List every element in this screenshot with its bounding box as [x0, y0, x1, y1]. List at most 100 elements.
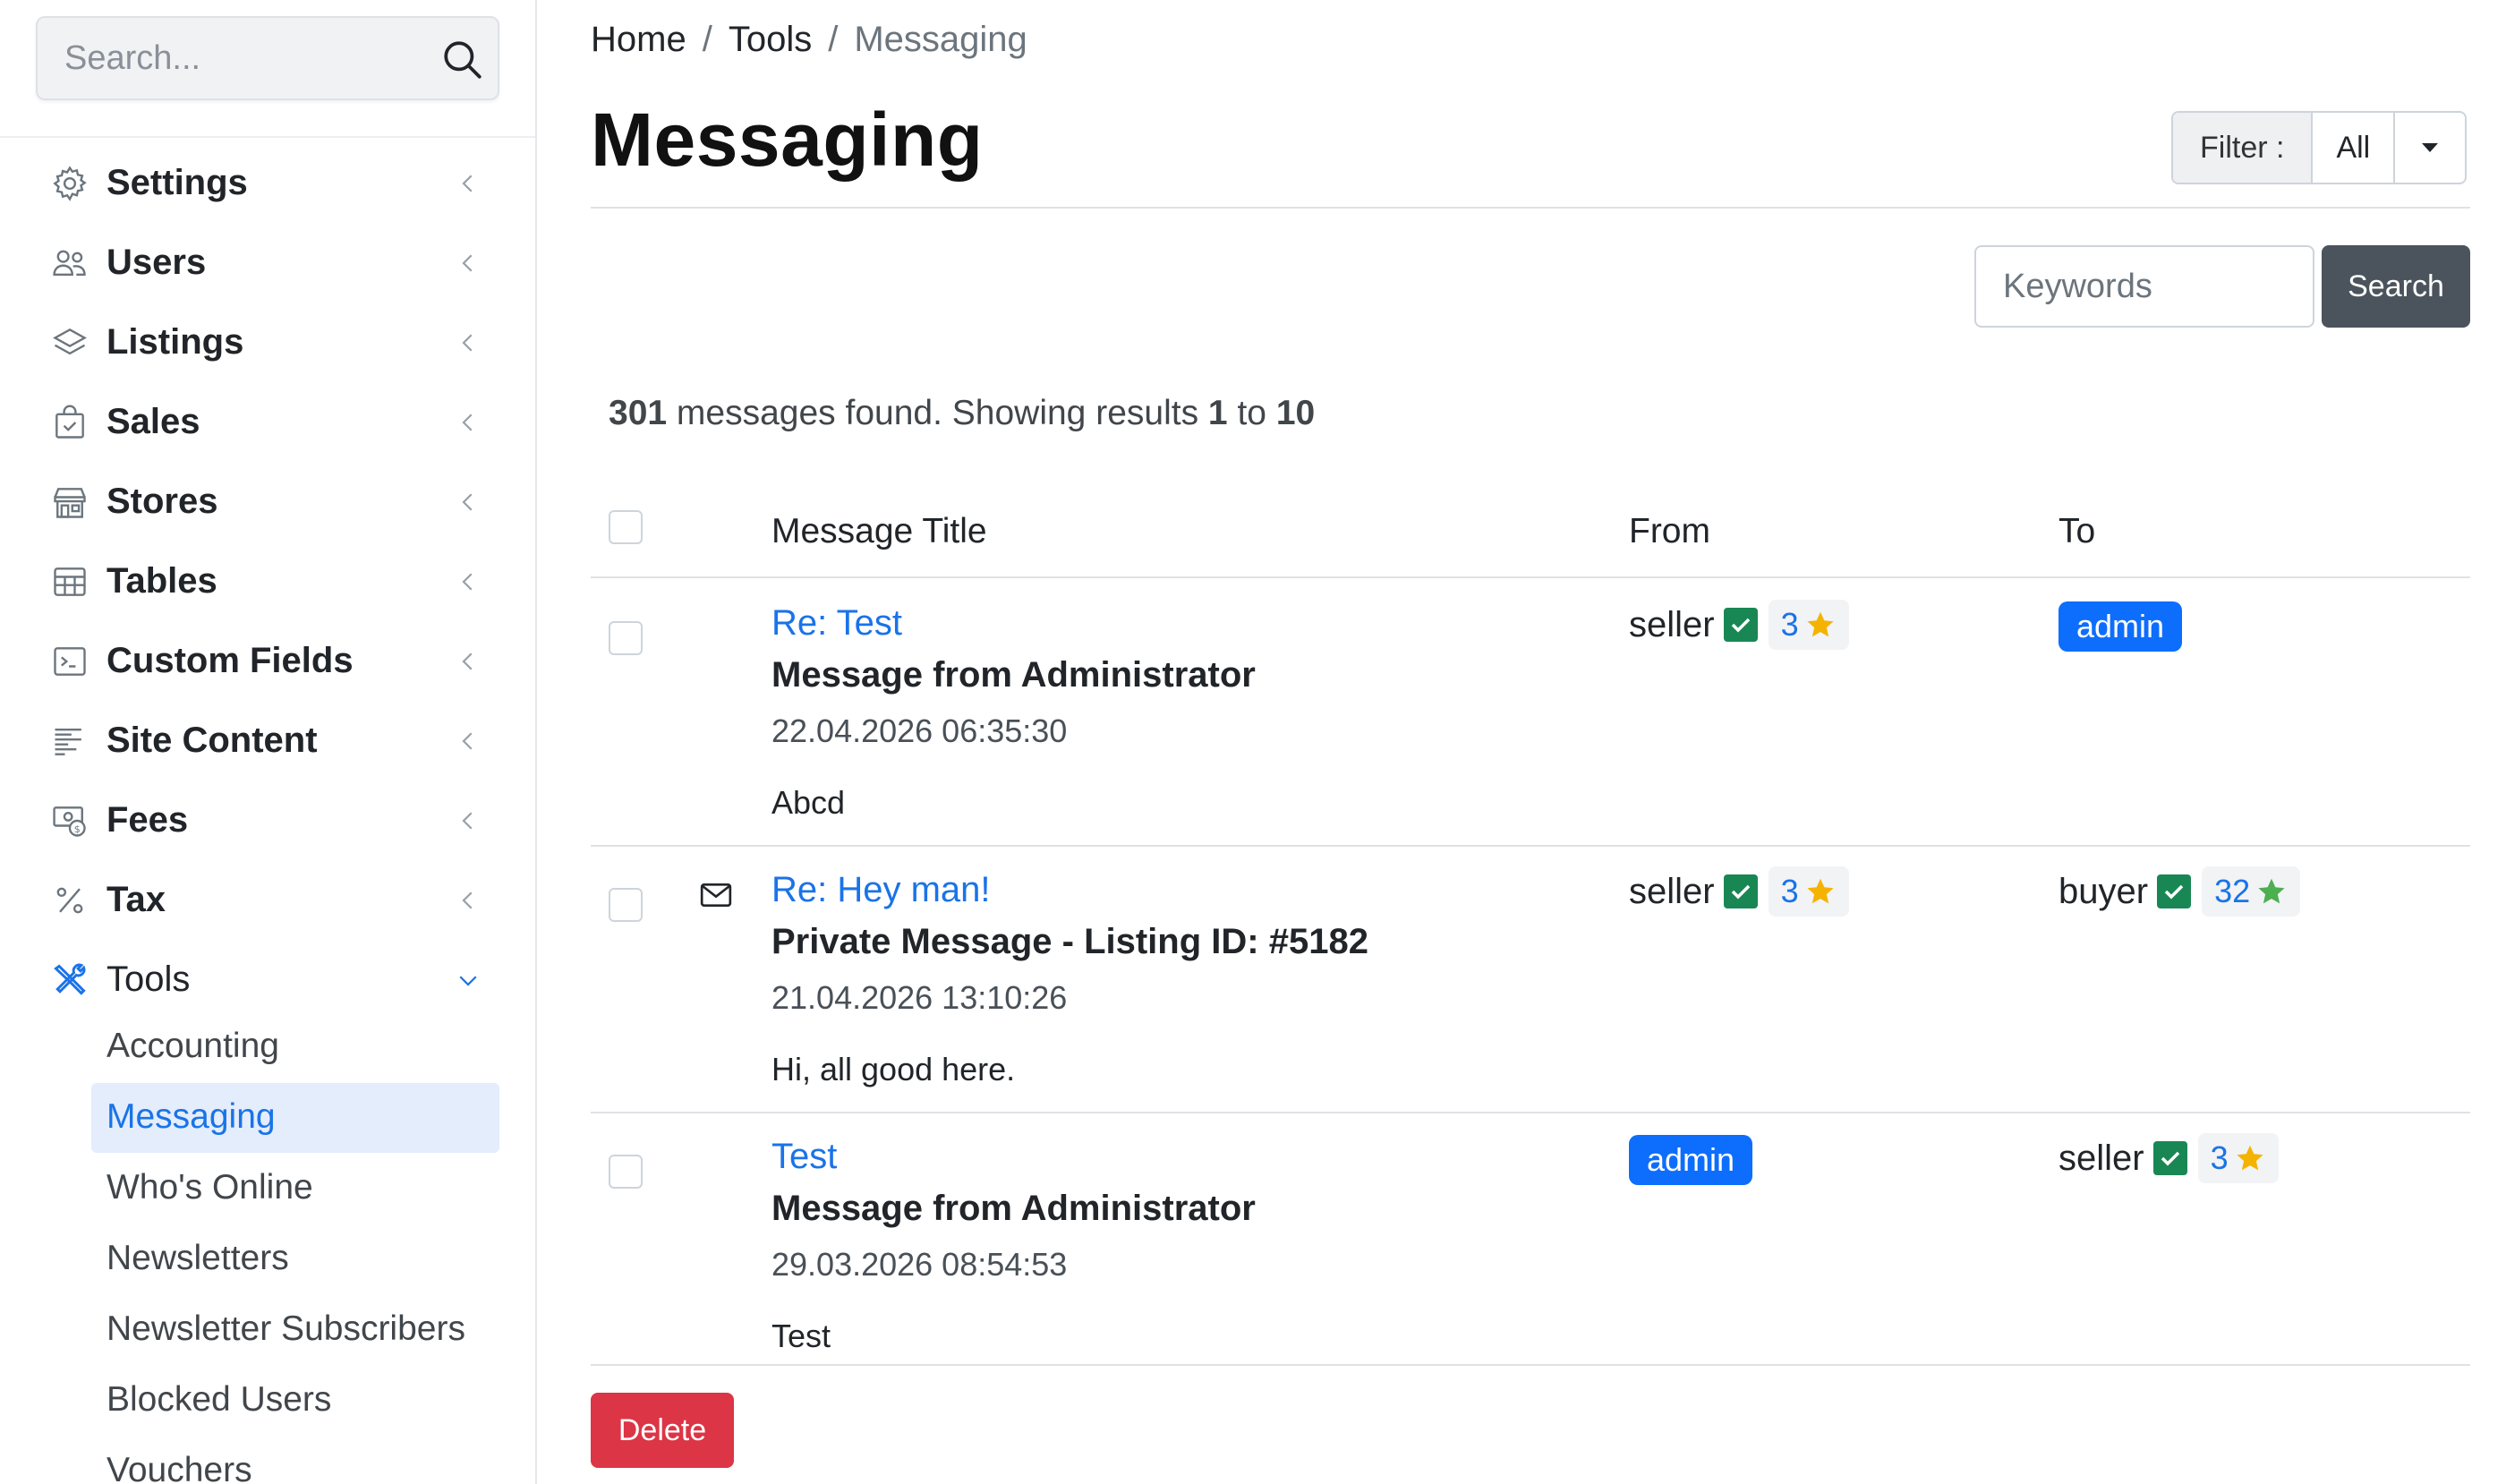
table-header: Message Title From To [591, 501, 2470, 578]
chevron-left-icon [462, 572, 473, 591]
message-title-link[interactable]: Re: Hey man! [771, 870, 991, 910]
caret-down-icon [2422, 143, 2439, 152]
sender-username[interactable]: seller [1629, 872, 1715, 912]
sidebar-subitem-label: Newsletter Subscribers [107, 1309, 465, 1348]
sidebar-item-label: Tables [107, 561, 217, 601]
sidebar-item-tools[interactable]: Tools [0, 940, 535, 1019]
sidebar-subitem-messaging[interactable]: Messaging [0, 1081, 535, 1153]
cash-coin-icon: $ [53, 806, 86, 837]
verified-check-icon [1723, 874, 1758, 908]
sidebar-item-stores[interactable]: Stores [0, 462, 535, 542]
filter-value[interactable]: All [2313, 113, 2396, 183]
breadcrumb-separator: / [702, 20, 712, 59]
table-row: Re: Hey man! Private Message - Listing I… [591, 847, 2470, 1113]
sidebar-subitem-label: Newsletters [107, 1238, 289, 1277]
chevron-down-icon [459, 975, 477, 986]
svg-text:$: $ [74, 823, 81, 834]
filter-label: Filter : [2173, 113, 2314, 183]
recipient-user: buyer 32 [2058, 866, 2301, 917]
users-icon [53, 250, 86, 276]
feedback-score[interactable]: 3 [2197, 1133, 2279, 1183]
feedback-score[interactable]: 3 [1768, 866, 1849, 917]
sidebar-item-listings[interactable]: Listings [0, 303, 535, 382]
feedback-score-value: 3 [1780, 606, 1799, 643]
sender-user: seller 3 [1629, 866, 1849, 917]
row-checkbox[interactable] [609, 1155, 643, 1189]
sidebar-item-label: Settings [107, 163, 248, 202]
feedback-score-value: 3 [1780, 873, 1799, 909]
sidebar-item-sales[interactable]: Sales [0, 382, 535, 462]
star-icon [2258, 878, 2285, 904]
column-header-to[interactable]: To [2058, 512, 2095, 551]
feedback-score-value: 32 [2214, 873, 2251, 909]
sidebar-item-label: Fees [107, 800, 189, 840]
row-checkbox[interactable] [609, 621, 643, 655]
sidebar-item-label: Tax [107, 880, 166, 919]
breadcrumb-tools[interactable]: Tools [729, 20, 812, 59]
chevron-left-icon [462, 174, 473, 192]
column-header-title[interactable]: Message Title [771, 512, 987, 551]
terminal-icon [54, 646, 86, 676]
sidebar-item-users[interactable]: Users [0, 223, 535, 303]
sender-username[interactable]: seller [1629, 605, 1715, 645]
recipient-username[interactable]: buyer [2058, 872, 2148, 912]
sidebar-search-input[interactable] [64, 18, 440, 98]
sidebar-item-fees[interactable]: $ Fees [0, 780, 535, 860]
sidebar-item-custom-fields[interactable]: Custom Fields [0, 621, 535, 701]
sidebar-item-tables[interactable]: Tables [0, 542, 535, 621]
message-title-link[interactable]: Test [771, 1137, 837, 1177]
sidebar-divider [0, 136, 535, 138]
table-icon [54, 567, 86, 596]
results-to-word: to [1237, 394, 1266, 432]
column-header-from[interactable]: From [1629, 512, 1710, 551]
chevron-left-icon [462, 891, 473, 909]
select-all-checkbox[interactable] [609, 510, 643, 544]
message-body: Test [771, 1318, 831, 1354]
sidebar-item-label: Site Content [107, 721, 318, 760]
sidebar-subitem-blocked-users[interactable]: Blocked Users [0, 1364, 535, 1435]
search-icon[interactable] [440, 38, 485, 82]
results-summary: 301 messages found. Showing results 1 to… [609, 394, 1315, 433]
sidebar-subitem-vouchers[interactable]: Vouchers [0, 1435, 535, 1484]
row-checkbox[interactable] [609, 888, 643, 922]
breadcrumb-separator: / [828, 20, 839, 59]
message-date: 21.04.2026 13:10:26 [771, 979, 1068, 1016]
sidebar-subitem-newsletters[interactable]: Newsletters [0, 1223, 535, 1293]
delete-button[interactable]: Delete [591, 1393, 734, 1468]
sidebar-item-label: Tools [107, 959, 191, 999]
sidebar-subitem-accounting[interactable]: Accounting [0, 1011, 535, 1081]
results-to: 10 [1275, 394, 1316, 432]
text-align-icon [55, 728, 81, 755]
sidebar-item-label: Listings [107, 322, 244, 362]
gear-icon [53, 165, 87, 201]
sidebar-item-label: Custom Fields [107, 641, 354, 680]
search-button[interactable]: Search [2322, 245, 2470, 328]
tools-submenu: Accounting Messaging Who's Online Newsle… [0, 1011, 535, 1484]
chevron-left-icon [462, 811, 473, 830]
message-date: 22.04.2026 06:35:30 [771, 712, 1068, 749]
sidebar-subitem-whos-online[interactable]: Who's Online [0, 1152, 535, 1223]
keywords-input[interactable] [1974, 245, 2314, 328]
verified-check-icon [2152, 1141, 2187, 1175]
message-title-link[interactable]: Re: Test [771, 603, 902, 644]
sidebar-item-label: Sales [107, 402, 200, 441]
title-divider [591, 207, 2470, 209]
results-total: 301 [609, 394, 668, 432]
sidebar-item-label: Users [107, 243, 207, 282]
message-body: Abcd [771, 784, 846, 821]
sidebar-item-settings[interactable]: Settings [0, 143, 535, 223]
feedback-score[interactable]: 3 [1768, 600, 1849, 650]
tools-icon [54, 963, 86, 995]
results-text: messages found. Showing results [676, 394, 1199, 432]
feedback-score[interactable]: 32 [2202, 866, 2301, 917]
sender-badge[interactable]: admin [1629, 1135, 1753, 1185]
sidebar-subitem-newsletter-subscribers[interactable]: Newsletter Subscribers [0, 1293, 535, 1364]
page-title: Messaging [591, 98, 984, 182]
sidebar-search [36, 16, 499, 100]
sidebar-item-site-content[interactable]: Site Content [0, 701, 535, 780]
sidebar-item-tax[interactable]: Tax [0, 860, 535, 940]
recipient-username[interactable]: seller [2058, 1139, 2144, 1179]
recipient-badge[interactable]: admin [2058, 601, 2183, 652]
breadcrumb-home[interactable]: Home [591, 20, 686, 59]
filter-toggle-button[interactable] [2395, 113, 2465, 183]
